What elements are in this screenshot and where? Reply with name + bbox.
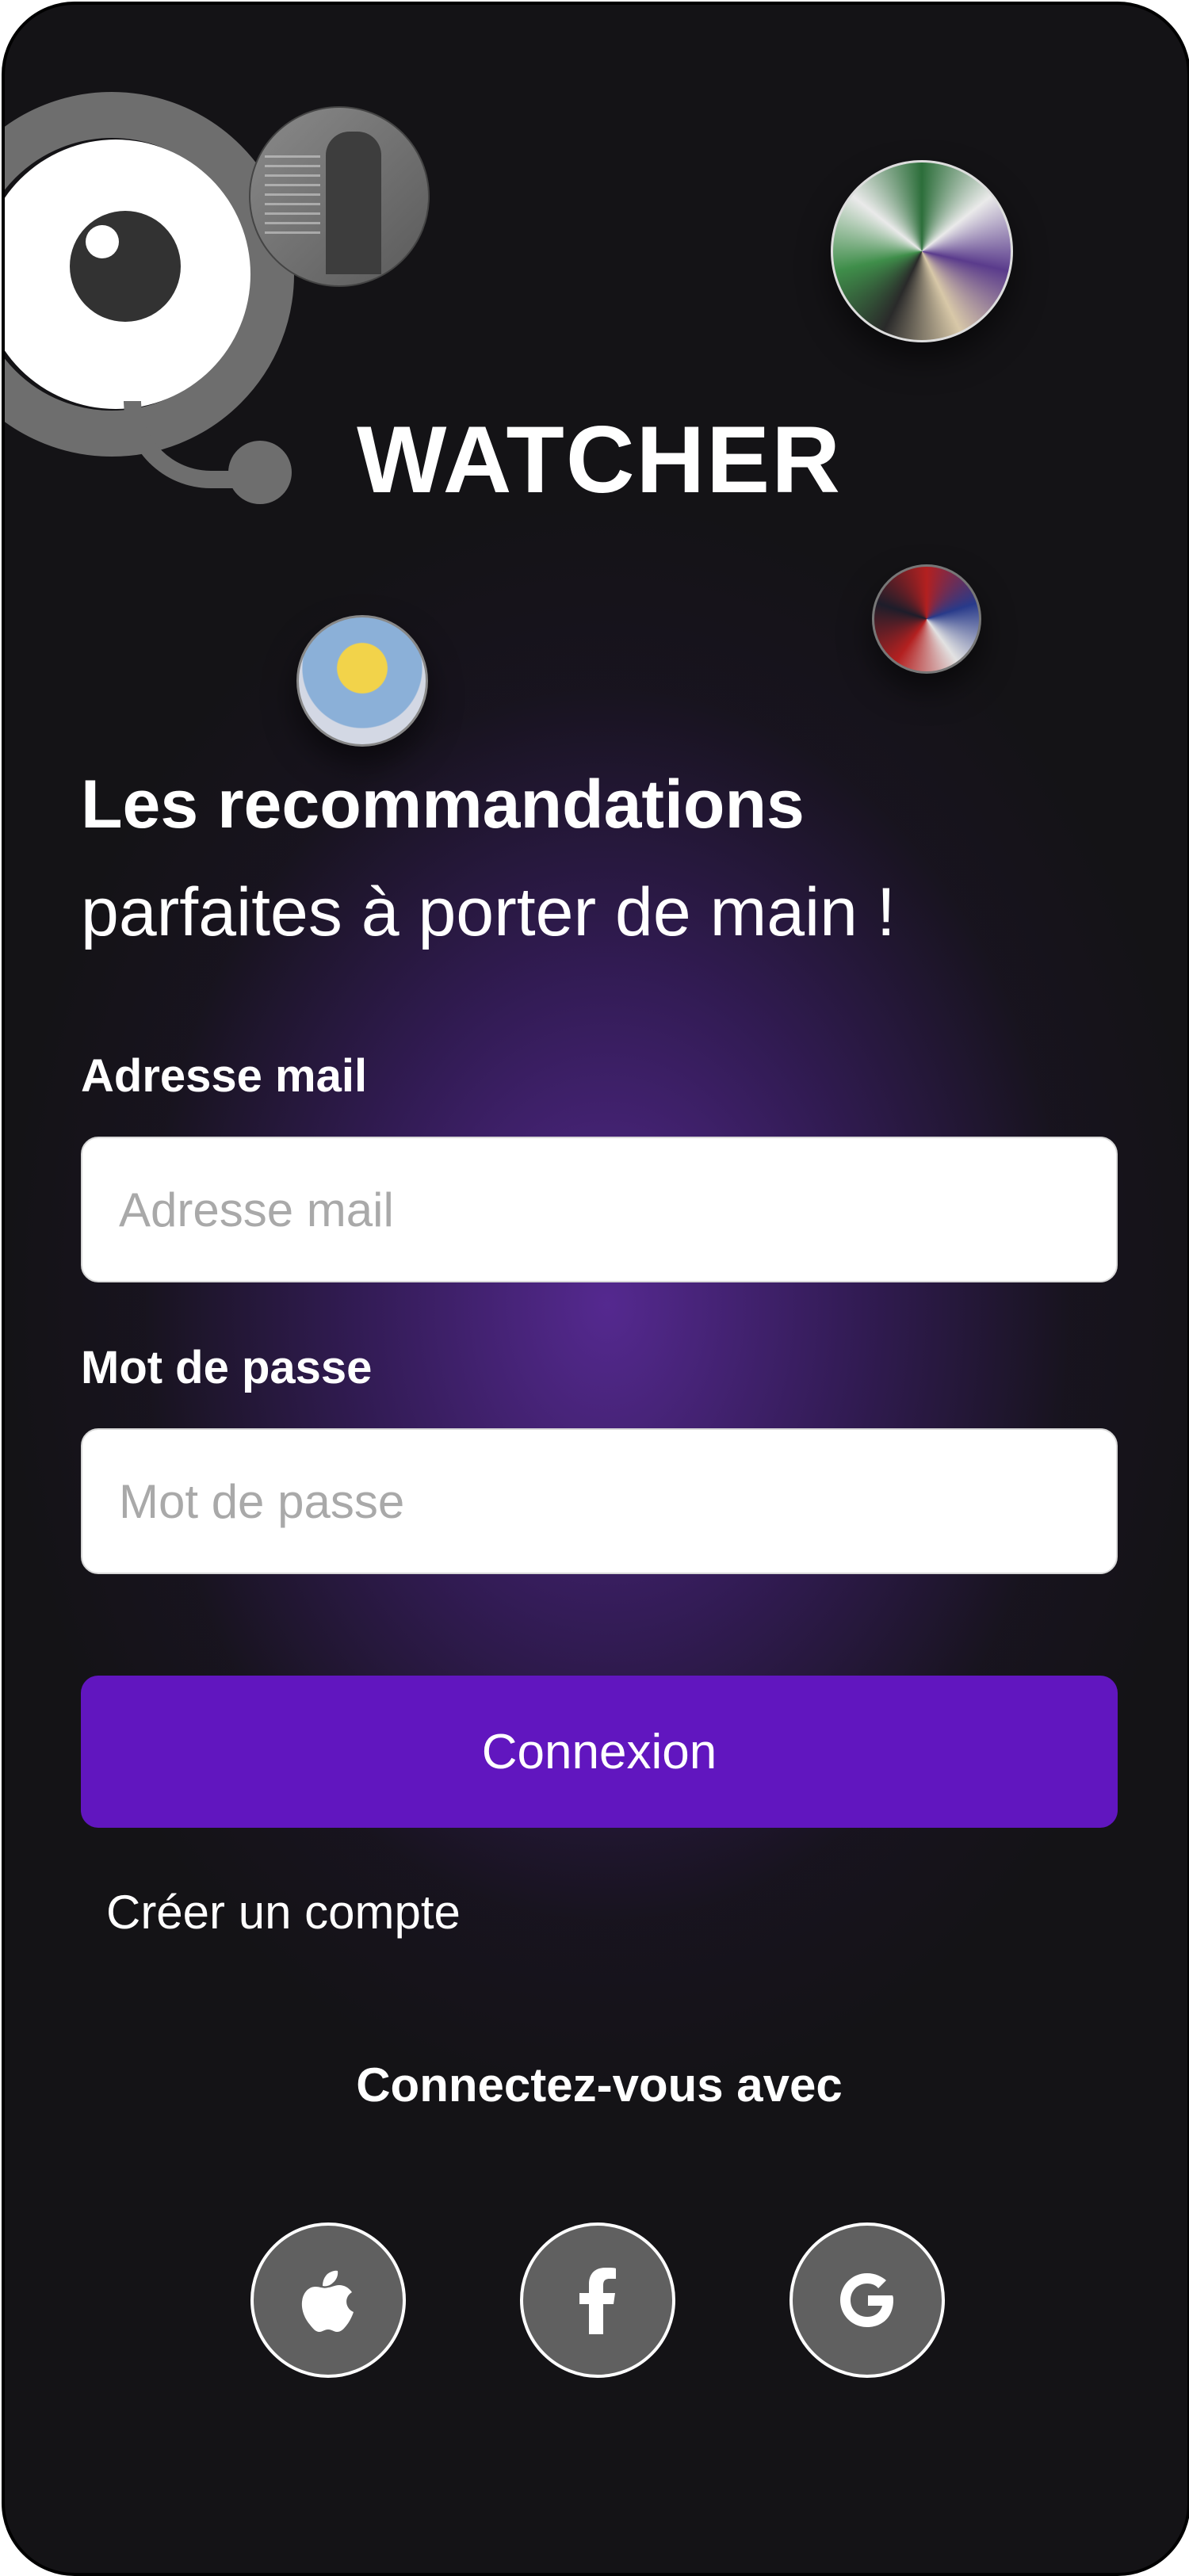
google-icon [840,2273,894,2327]
hero-subtitle: parfaites à porter de main ! [81,874,896,950]
app-title: WATCHER [357,407,842,513]
poster-spiderman [872,564,981,674]
facebook-login-button[interactable] [520,2222,675,2378]
apple-icon [300,2268,356,2333]
password-field[interactable] [81,1428,1118,1574]
poster-scarface [249,106,430,287]
login-button[interactable]: Connexion [81,1676,1118,1828]
social-login-heading: Connectez-vous avec [356,2058,843,2112]
phone-frame: WATCHER Les recommandations parfaites à … [2,2,1189,2576]
logo-eye-pupil [70,211,181,322]
password-label: Mot de passe [81,1342,373,1393]
email-field[interactable] [81,1137,1118,1282]
facebook-icon [578,2266,617,2334]
poster-simpsons [296,615,428,747]
create-account-link[interactable]: Créer un compte [106,1885,461,1940]
email-label: Adresse mail [81,1050,368,1102]
logo-eye-glint [86,225,119,258]
hero-title: Les recommandations [81,766,805,843]
apple-login-button[interactable] [250,2222,406,2378]
poster-hunter-x-hunter [831,160,1013,342]
google-login-button[interactable] [789,2222,945,2378]
